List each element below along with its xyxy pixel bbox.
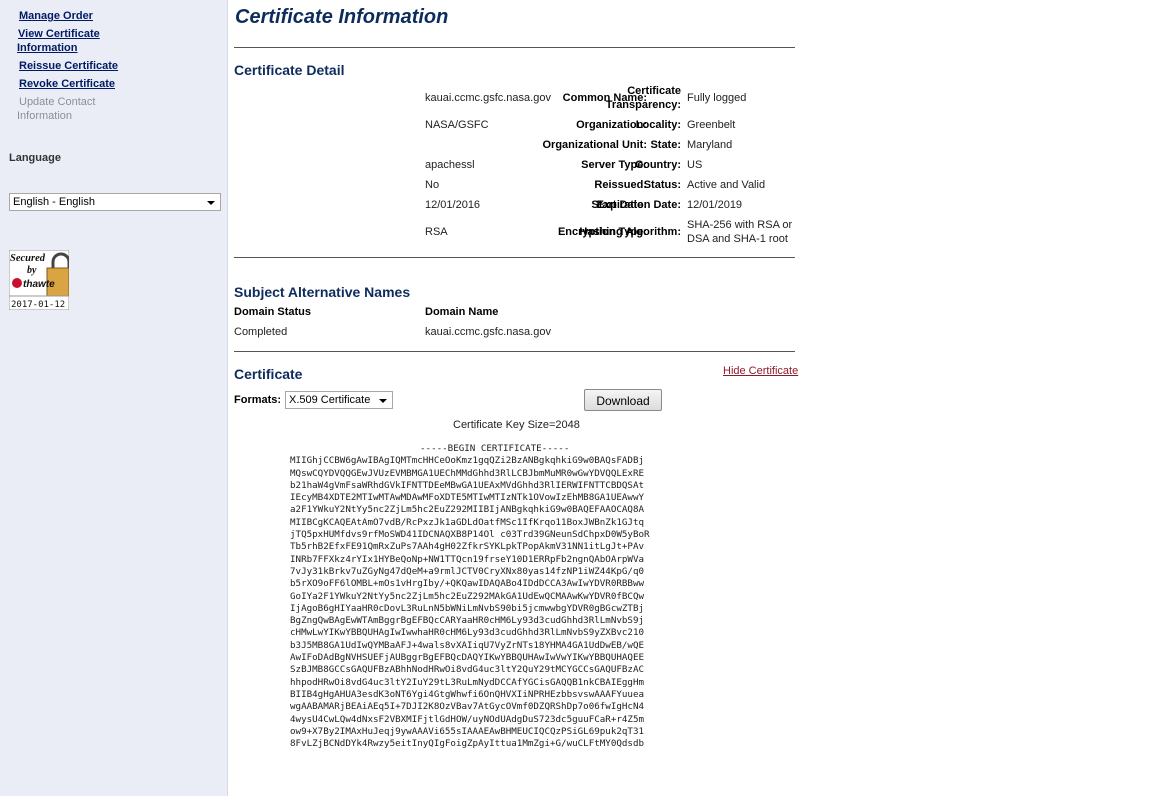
certificate-title: Certificate <box>234 366 303 382</box>
language-selected-value: English - English <box>13 196 95 208</box>
status-label: Status: <box>643 179 681 191</box>
status-value: Active and Valid <box>687 179 766 191</box>
chevron-down-icon <box>207 201 215 205</box>
san-row-name: kauai.ccmc.gsfc.nasa.gov <box>425 326 551 338</box>
nav-update-contact-line1: Update Contact <box>19 96 96 108</box>
hashing-algorithm-value-line1: SHA-256 with RSA or <box>687 219 793 231</box>
divider <box>234 351 795 352</box>
divider <box>234 47 795 48</box>
hashing-algorithm-label: Hashing Algorithm: <box>579 226 681 238</box>
locality-label: Locality: <box>635 119 681 131</box>
transparency-label-line1: Certificate <box>627 85 681 97</box>
reissued-label: Reissued: <box>594 179 647 191</box>
language-label: Language <box>9 152 61 164</box>
formats-label: Formats: <box>234 394 282 406</box>
hashing-algorithm-value-line2: DSA and SHA-1 root <box>687 233 788 245</box>
transparency-value: Fully logged <box>687 92 747 104</box>
nav-view-certificate-line2[interactable]: Information <box>17 41 78 55</box>
server-type-value: apachessl <box>425 159 475 171</box>
language-select[interactable]: English - English <box>9 193 221 211</box>
transparency-label-line2: Transparency: <box>605 99 681 111</box>
organizational-unit-label: Organizational Unit: <box>542 139 648 151</box>
certificate-begin-marker: -----BEGIN CERTIFICATE----- <box>420 443 570 454</box>
expiration-date-value: 12/01/2019 <box>687 199 743 211</box>
chevron-down-icon <box>379 399 387 403</box>
country-value: US <box>687 159 703 171</box>
download-button[interactable]: Download <box>584 389 662 411</box>
san-title: Subject Alternative Names <box>234 284 411 300</box>
format-selected-value: X.509 Certificate <box>289 394 371 406</box>
certificate-detail-title: Certificate Detail <box>234 62 345 78</box>
nav-reissue-certificate[interactable]: Reissue Certificate <box>19 59 118 73</box>
seal-by-text: by <box>27 265 37 276</box>
seal-brand-text: thawte <box>23 279 55 290</box>
thawte-seal-icon[interactable]: Secured by thawte 2017-01-12 <box>9 250 69 310</box>
seal-secured-text: Secured <box>10 253 46 264</box>
certificate-pem-block[interactable]: -----BEGIN CERTIFICATE----- MIIGhjCCBW6gA… <box>290 443 650 750</box>
country-label: Country: <box>635 159 681 171</box>
divider <box>234 257 795 258</box>
seal-date-text: 2017-01-12 <box>11 300 65 310</box>
sidebar: Manage Order View Certificate Informatio… <box>0 0 228 796</box>
nav-revoke-certificate[interactable]: Revoke Certificate <box>19 77 115 91</box>
start-date-value: 12/01/2016 <box>425 199 481 211</box>
hide-certificate-link[interactable]: Hide Certificate <box>723 365 798 377</box>
main-content: Certificate Information Certificate Deta… <box>228 0 1174 796</box>
state-value: Maryland <box>687 139 733 151</box>
nav-update-contact-line2: Information <box>17 110 73 122</box>
san-header-name: Domain Name <box>425 306 499 318</box>
state-label: State: <box>650 139 681 151</box>
nav-view-certificate-line1[interactable]: View Certificate <box>18 27 100 41</box>
encryption-type-value: RSA <box>425 226 448 238</box>
organization-value: NASA/GSFC <box>425 119 489 131</box>
san-row-status: Completed <box>234 326 288 338</box>
key-size-text: Certificate Key Size=2048 <box>453 419 580 431</box>
page-title: Certificate Information <box>235 6 449 28</box>
common-name-value: kauai.ccmc.gsfc.nasa.gov <box>425 92 551 104</box>
reissued-value: No <box>425 179 440 191</box>
expiration-date-label: Expiration Date: <box>596 199 681 211</box>
formats-select[interactable]: X.509 Certificate <box>285 391 393 409</box>
locality-value: Greenbelt <box>687 119 736 131</box>
certificate-body: MIIGhjCCBW6gAwIBAgIQMTmcHHCeOoKmz1gqQZi2… <box>290 455 650 750</box>
nav-manage-order[interactable]: Manage Order <box>19 9 93 23</box>
san-header-status: Domain Status <box>234 306 312 318</box>
